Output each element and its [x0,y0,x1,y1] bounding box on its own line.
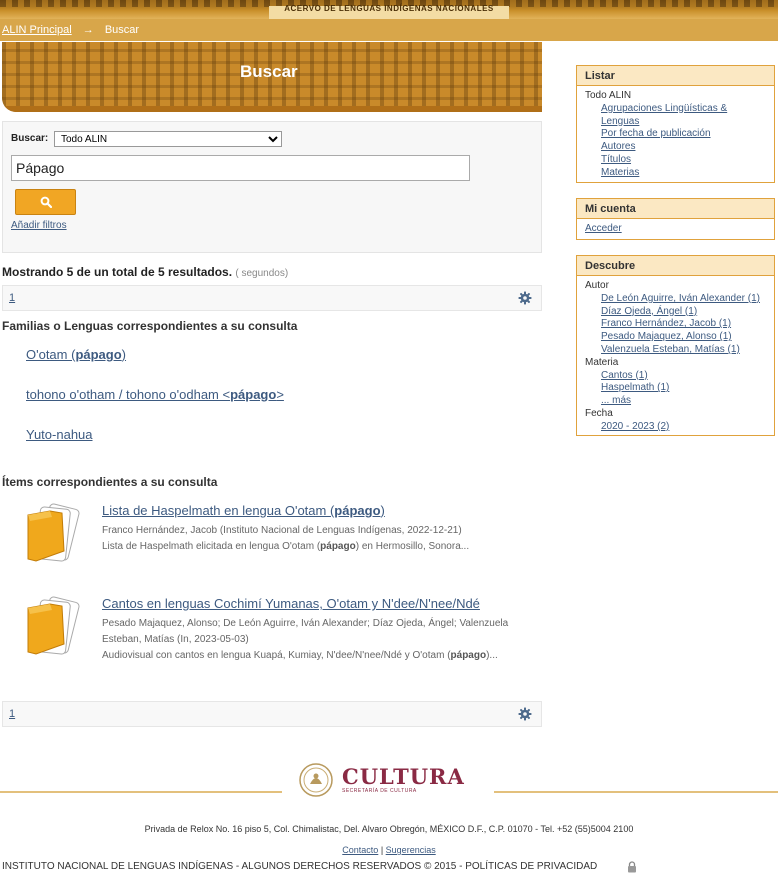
page-title: Buscar [240,62,298,81]
browse-link-materias[interactable]: Materias [585,167,766,180]
footer-links: Contacto | Sugerencias [0,845,778,855]
language-text-end: > [276,387,284,402]
search-icon [40,196,52,208]
item-title-link[interactable]: Lista de Haspelmath en lengua O'otam (pá… [102,503,385,518]
breadcrumb-current: Buscar [104,24,140,36]
facet-date-link[interactable]: 2020 - 2023 (2) [585,421,766,434]
national-seal-icon [299,763,333,797]
item-description: Lista de Haspelmath elicitada en lengua … [102,539,532,555]
item-authors: Franco Hernández, Jacob (Instituto Nacio… [102,525,462,536]
login-link[interactable]: Acceder [585,223,622,234]
item-authors: Pesado Majaquez, Alonso; De León Aguirre… [102,618,509,645]
account-panel: Mi cuenta Acceder [576,198,775,240]
facet-author-link[interactable]: Valenzuela Esteban, Matías (1) [585,344,766,357]
browse-link-lenguas[interactable]: Lenguas [585,116,766,129]
gear-icon[interactable] [518,707,532,724]
facet-label-materia: Materia [585,356,619,368]
browse-panel: Listar Todo ALIN Agrupaciones Lingüístic… [576,65,775,183]
item-meta: Pesado Majaquez, Alonso; De León Aguirre… [102,616,532,664]
language-link[interactable]: tohono o'otham / tohono o'odham <pápago> [26,387,284,402]
item-desc-text: Lista de Haspelmath elicitada en lengua … [102,541,321,552]
add-filters-link[interactable]: Añadir filtros [11,220,67,231]
search-button[interactable] [15,189,76,215]
language-highlight: pápago [230,387,277,402]
browse-link-agrupaciones[interactable]: Agrupaciones Lingüísticas & [585,103,766,116]
language-link[interactable]: O'otam (pápago) [26,347,126,362]
cultura-logo: CULTURA SECRETARÍA DE CULTURA [298,760,478,800]
item-desc-text-end: ) en Hermosillo, Sonora... [355,541,470,552]
list-item: Lista de Haspelmath en lengua O'otam (pá… [2,503,542,583]
discover-panel: Descubre Autor De León Aguirre, Iván Ale… [576,255,775,436]
search-form: Buscar: Todo ALIN Añadir filtros [2,121,542,253]
item-description: Audiovisual con cantos en lengua Kuapá, … [102,648,532,664]
browse-link-fecha[interactable]: Por fecha de publicación [585,128,766,141]
facet-author-link[interactable]: Díaz Ojeda, Ángel (1) [585,306,766,319]
facet-more-link[interactable]: ... más [585,395,766,408]
footer-address: Privada de Relox No. 16 piso 5, Col. Chi… [144,824,634,834]
results-summary: Mostrando 5 de un total de 5 resultados.… [2,265,288,279]
account-panel-title: Mi cuenta [577,199,774,219]
item-desc-text-end: )... [486,650,498,661]
scope-select[interactable]: Todo ALIN [54,131,282,147]
item-meta: Franco Hernández, Jacob (Instituto Nacio… [102,523,532,555]
results-count: Mostrando 5 de un total de 5 resultados. [2,265,233,279]
item-title-highlight: pápago [334,503,381,518]
item-desc-text: Audiovisual con cantos en lengua Kuapá, … [102,650,451,661]
discover-panel-title: Descubre [577,256,774,276]
search-banner: Buscar [2,42,542,112]
facet-author-link[interactable]: Pesado Majaquez, Alonso (1) [585,331,766,344]
pager-top: 1 [2,285,542,311]
gear-icon[interactable] [518,291,532,308]
language-text: tohono o'otham / tohono o'odham < [26,387,231,402]
item-desc-highlight: pápago [450,650,487,661]
browse-root: Todo ALIN [585,90,632,101]
browse-link-titulos[interactable]: Títulos [585,154,766,167]
banner-bottom-band [2,106,542,112]
facet-author-link[interactable]: Franco Hernández, Jacob (1) [585,318,766,331]
site-banner: ACERVO DE LENGUAS INDÍGENAS NACIONALES [0,0,778,19]
item-title-link[interactable]: Cantos en lenguas Cochimí Yumanas, O'ota… [102,596,480,611]
item-title-text: Cantos en lenguas Cochimí Yumanas, O'ota… [102,596,480,611]
language-text: Yuto-nahua [26,427,93,442]
search-input[interactable] [11,155,470,181]
language-highlight: pápago [75,347,122,362]
footer-divider-left [0,791,282,793]
browse-panel-title: Listar [577,66,774,86]
document-stack-icon[interactable] [24,596,88,663]
footer-divider-right [494,791,778,793]
suggestions-link[interactable]: Sugerencias [386,845,436,855]
language-text-end: ) [121,347,127,362]
language-text: O'otam ( [26,347,76,362]
facet-subject-link[interactable]: Cantos (1) [585,370,766,383]
scope-label: Buscar: [11,133,49,144]
results-seconds: ( segundos) [235,268,289,279]
brand-name: CULTURA [342,764,465,789]
contact-link[interactable]: Contacto [342,845,378,855]
footer-separator: | [380,845,384,855]
legal-notice: INSTITUTO NACIONAL DE LENGUAS INDÍGENAS … [2,861,598,872]
site-title: ACERVO DE LENGUAS INDÍGENAS NACIONALES [269,5,509,19]
breadcrumb-home-link[interactable]: ALIN Principal [2,24,72,36]
document-stack-icon[interactable] [24,503,88,570]
languages-section-title: Familias o Lenguas correspondientes a su… [2,319,298,333]
breadcrumb-arrow: → [82,24,94,36]
list-item: Cantos en lenguas Cochimí Yumanas, O'ota… [2,596,542,676]
facet-subject-link[interactable]: Haspelmath (1) [585,382,766,395]
item-desc-highlight: pápago [320,541,356,552]
item-title-text: Lista de Haspelmath en lengua O'otam ( [102,503,335,518]
language-link[interactable]: Yuto-nahua [26,427,93,442]
items-section-title: Ítems correspondientes a su consulta [2,475,218,489]
facet-label-autor: Autor [585,280,609,291]
page-link[interactable]: 1 [9,708,15,720]
facet-author-link[interactable]: De León Aguirre, Iván Alexander (1) [585,293,766,306]
breadcrumb: ALIN Principal → Buscar [0,19,778,41]
browse-link-autores[interactable]: Autores [585,141,766,154]
page-link[interactable]: 1 [9,292,15,304]
facet-label-fecha: Fecha [585,407,613,419]
item-title-text-end: ) [380,503,385,518]
pager-bottom: 1 [2,701,542,727]
